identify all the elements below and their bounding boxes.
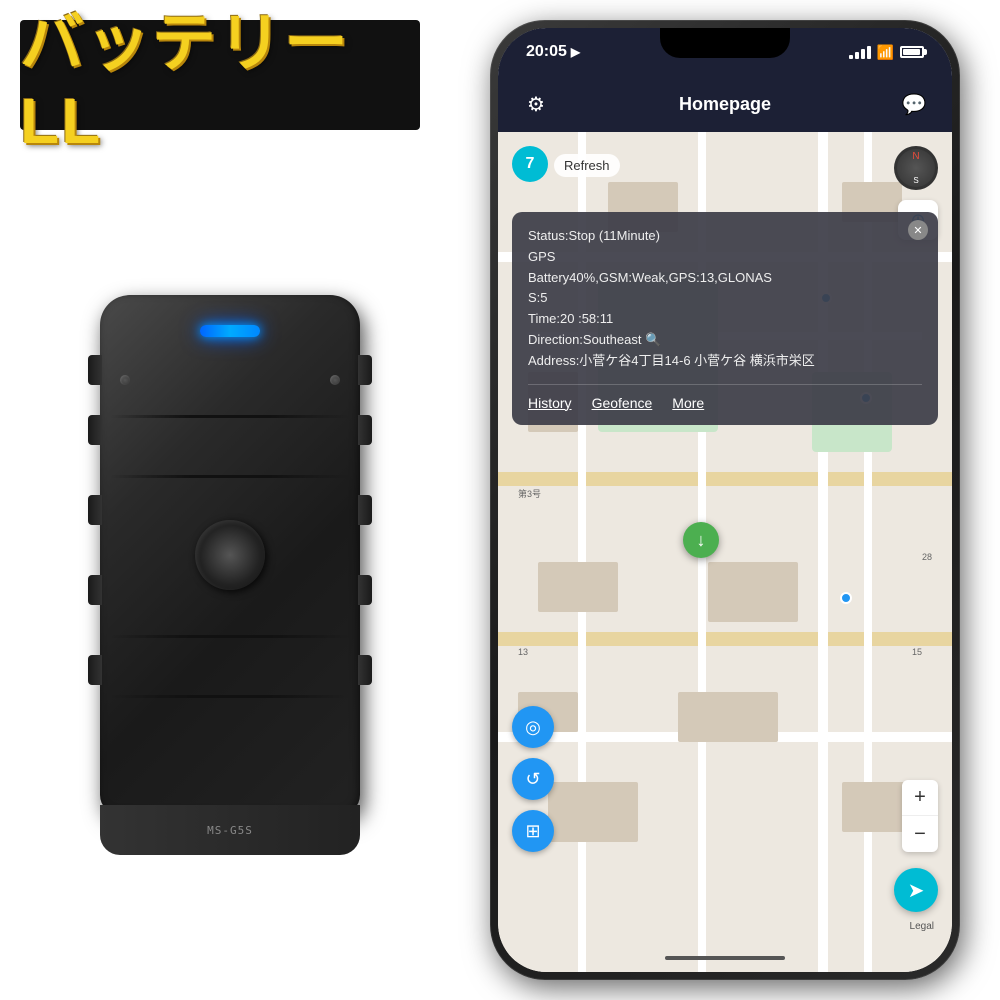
device-bottom: MS-G5S xyxy=(100,805,360,855)
popup-time: Time:20 :58:11 xyxy=(528,309,922,330)
app-header: ⚙ Homepage 💬 xyxy=(498,76,952,132)
badge-count: 7 xyxy=(526,155,535,173)
grip-right-5 xyxy=(358,655,372,685)
compass-south: S xyxy=(913,176,918,185)
signal-bars-icon xyxy=(849,46,871,59)
track-icon: ↺ xyxy=(525,769,540,790)
screw-2 xyxy=(330,375,340,385)
track-button[interactable]: ↺ xyxy=(512,758,554,800)
navigate-icon: ➤ xyxy=(908,878,925,903)
groove-3 xyxy=(110,635,350,638)
block-7 xyxy=(678,692,778,742)
popup-close-button[interactable]: ✕ xyxy=(908,220,928,240)
map-label-3: 15 xyxy=(912,647,922,657)
groove-4 xyxy=(110,695,350,698)
status-time: 20:05 ▶ xyxy=(526,43,580,61)
signal-bar-3 xyxy=(861,49,865,59)
poi-3 xyxy=(840,592,852,604)
phone-screen: 20:05 ▶ 📶 xyxy=(498,28,952,972)
compass-button[interactable]: N S xyxy=(894,146,938,190)
info-popup: ✕ Status:Stop (11Minute) GPS Battery40%,… xyxy=(512,212,938,425)
grip-left-4 xyxy=(88,575,102,605)
road-h-3 xyxy=(498,472,952,486)
grip-right-3 xyxy=(358,495,372,525)
grip-right-1 xyxy=(358,355,372,385)
phone-outer: 20:05 ▶ 📶 xyxy=(490,20,960,980)
phone-inner: 20:05 ▶ 📶 xyxy=(498,28,952,972)
device-image-area: MS-G5S xyxy=(10,155,450,975)
right-panel: 20:05 ▶ 📶 xyxy=(460,0,1000,1000)
map-label-1: 第3号 xyxy=(518,487,541,500)
groove-2 xyxy=(110,475,350,478)
center-button xyxy=(195,520,265,590)
tracker-direction-icon: ↓ xyxy=(697,530,706,551)
block-8 xyxy=(548,782,638,842)
signal-bar-2 xyxy=(855,52,859,59)
zoom-out-button[interactable]: − xyxy=(902,816,938,852)
navigate-button[interactable]: ➤ xyxy=(894,868,938,912)
history-button[interactable]: History xyxy=(528,395,572,411)
grip-left-1 xyxy=(88,355,102,385)
navigation-arrow-icon: ▶ xyxy=(571,45,580,59)
grip-right-2 xyxy=(358,415,372,445)
legal-text: Legal xyxy=(910,921,934,932)
popup-gps: GPS xyxy=(528,247,922,268)
zoom-controls: + − xyxy=(902,780,938,852)
notch xyxy=(660,28,790,58)
time-display: 20:05 xyxy=(526,43,567,61)
signal-bar-1 xyxy=(849,55,853,59)
battery-icon xyxy=(900,46,924,58)
zoom-in-button[interactable]: + xyxy=(902,780,938,816)
chat-button[interactable]: 💬 xyxy=(896,86,932,122)
screw-1 xyxy=(120,375,130,385)
home-indicator xyxy=(665,956,785,960)
settings-button[interactable]: ⚙ xyxy=(518,86,554,122)
notification-badge: 7 xyxy=(512,146,548,182)
grip-right-4 xyxy=(358,575,372,605)
grip-left-3 xyxy=(88,495,102,525)
title-banner: バッテリーLL xyxy=(20,20,420,130)
grip-left-5 xyxy=(88,655,102,685)
map-area: 第3号 13 15 13 28 7 xyxy=(498,132,952,972)
battery-fill xyxy=(903,49,920,55)
grid-icon: ⊞ xyxy=(525,821,540,842)
groove-1 xyxy=(110,415,350,418)
phone-wrapper: 20:05 ▶ 📶 xyxy=(490,20,960,980)
device-body xyxy=(100,295,360,815)
header-title: Homepage xyxy=(679,94,771,115)
grid-button[interactable]: ⊞ xyxy=(512,810,554,852)
status-icons: 📶 xyxy=(849,44,924,61)
left-panel: バッテリーLL xyxy=(0,0,460,1000)
popup-direction: Direction:Southeast 🔍 xyxy=(528,330,922,351)
led-indicator xyxy=(200,325,260,337)
device-label: MS-G5S xyxy=(207,824,253,837)
popup-status: Status:Stop (11Minute) xyxy=(528,226,922,247)
map-label-5: 28 xyxy=(922,552,932,562)
block-5 xyxy=(708,562,798,622)
gps-device: MS-G5S xyxy=(90,275,370,855)
refresh-label-text: Refresh xyxy=(564,158,610,173)
map-label-2: 13 xyxy=(518,647,528,657)
locate-icon: ◎ xyxy=(525,717,541,738)
refresh-button[interactable]: Refresh xyxy=(554,154,620,177)
geofence-button[interactable]: Geofence xyxy=(592,395,653,411)
tracker-marker[interactable]: ↓ xyxy=(683,522,719,558)
more-button[interactable]: More xyxy=(672,395,704,411)
popup-battery-info: Battery40%,GSM:Weak,GPS:13,GLONAS xyxy=(528,268,922,289)
search-icon: 🔍 xyxy=(645,332,661,347)
compass-inner: N S xyxy=(897,149,935,187)
road-h-4 xyxy=(498,632,952,646)
product-title: バッテリーLL xyxy=(20,0,420,158)
popup-actions: History Geofence More xyxy=(528,384,922,411)
locate-button[interactable]: ◎ xyxy=(512,706,554,748)
popup-address: Address:小菅ケ谷4丁目14-6 小菅ケ谷 横浜市栄区 xyxy=(528,351,922,372)
wifi-icon: 📶 xyxy=(877,44,894,61)
compass-north: N xyxy=(912,151,919,162)
popup-glonas-cont: S:5 xyxy=(528,288,922,309)
popup-content: Status:Stop (11Minute) GPS Battery40%,GS… xyxy=(528,226,922,372)
grip-left-2 xyxy=(88,415,102,445)
map-controls-bottom: ◎ ↺ ⊞ xyxy=(512,706,554,852)
block-4 xyxy=(538,562,618,612)
signal-bar-4 xyxy=(867,46,871,59)
